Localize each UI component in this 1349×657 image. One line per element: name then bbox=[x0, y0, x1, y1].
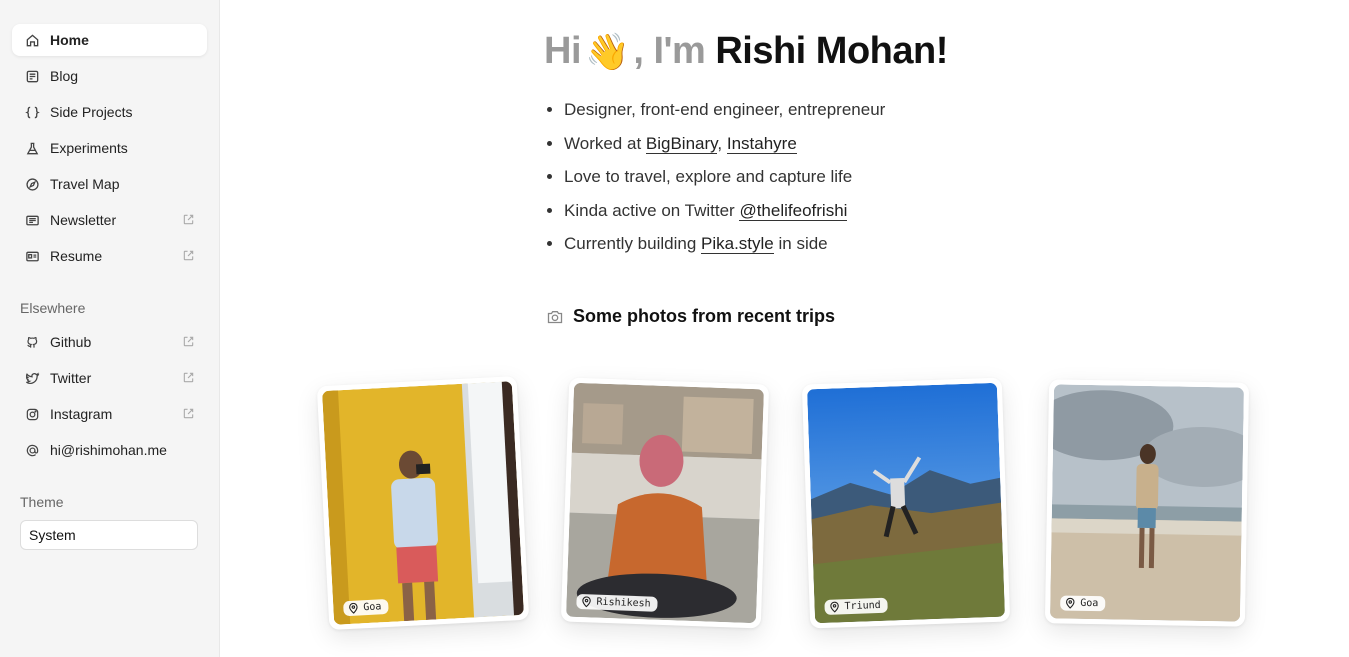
photos-heading: Some photos from recent trips bbox=[546, 306, 835, 327]
main-content: Hi 👋 , I'm Rishi Mohan! Designer, front-… bbox=[221, 0, 1349, 657]
waving-hand-icon: 👋 bbox=[585, 30, 630, 72]
github-icon bbox=[24, 334, 40, 350]
list-item: Love to travel, explore and capture life bbox=[564, 165, 885, 199]
photos-heading-text: Some photos from recent trips bbox=[573, 306, 836, 326]
external-link-icon bbox=[182, 213, 195, 226]
photo-card-goa-1[interactable]: Goa bbox=[316, 375, 530, 631]
nav-item-travel-map[interactable]: Travel Map bbox=[12, 168, 207, 200]
list-item: Kinda active on Twitter @thelifeofrishi bbox=[564, 199, 885, 233]
external-link-icon bbox=[182, 407, 195, 420]
trip-photo: Goa bbox=[1049, 384, 1245, 622]
bigbinary-link[interactable]: BigBinary bbox=[645, 133, 718, 154]
list-item: Designer, front-end engineer, entreprene… bbox=[564, 98, 885, 132]
instagram-icon bbox=[24, 406, 40, 422]
location-name: Triund bbox=[844, 599, 881, 613]
location-name: Goa bbox=[363, 601, 382, 614]
location-name: Goa bbox=[1080, 597, 1099, 610]
nav-label: hi@rishimohan.me bbox=[50, 442, 167, 458]
nav-label: Resume bbox=[50, 248, 103, 264]
hero-name: Rishi Mohan! bbox=[715, 30, 948, 72]
location-badge: Triund bbox=[824, 597, 888, 615]
list-item-text: Worked at bbox=[564, 133, 646, 153]
list-item: Worked at BigBinary, Instahyre bbox=[564, 132, 885, 166]
home-icon bbox=[24, 32, 40, 48]
at-icon bbox=[24, 442, 40, 458]
nav-item-side-projects[interactable]: Side Projects bbox=[12, 96, 207, 128]
id-card-icon bbox=[24, 248, 40, 264]
nav-item-experiments[interactable]: Experiments bbox=[12, 132, 207, 164]
map-pin-icon bbox=[348, 602, 359, 615]
theme-selected-value: System bbox=[29, 527, 76, 543]
nav-item-instagram[interactable]: Instagram bbox=[12, 398, 207, 430]
location-badge: Goa bbox=[343, 598, 389, 617]
nav-label: Blog bbox=[50, 68, 79, 84]
nav-item-blog[interactable]: Blog bbox=[12, 60, 207, 92]
nav-label: Newsletter bbox=[50, 212, 117, 228]
trip-photo: Goa bbox=[322, 381, 524, 625]
photo-card-rishikesh[interactable]: Rishikesh bbox=[560, 377, 770, 629]
hero-heading: Hi 👋 , I'm Rishi Mohan! bbox=[544, 30, 948, 73]
nav-label: Home bbox=[50, 32, 89, 48]
nav-item-resume[interactable]: Resume bbox=[12, 240, 207, 272]
newsletter-icon bbox=[24, 212, 40, 228]
list-item-text: , bbox=[717, 133, 727, 153]
compass-icon bbox=[24, 176, 40, 192]
nav-item-newsletter[interactable]: Newsletter bbox=[12, 204, 207, 236]
list-item-text: Love to travel, explore and capture life bbox=[564, 167, 853, 186]
nav-label: Side Projects bbox=[50, 104, 133, 120]
flask-icon bbox=[24, 140, 40, 156]
hero-hi: Hi bbox=[544, 30, 582, 72]
trip-photo: Rishikesh bbox=[565, 382, 765, 624]
map-pin-icon bbox=[829, 601, 839, 613]
nav-label: Instagram bbox=[50, 406, 113, 422]
theme-label: Theme bbox=[20, 494, 64, 510]
nav-item-github[interactable]: Github bbox=[12, 326, 207, 358]
theme-select[interactable]: System bbox=[20, 520, 198, 550]
instahyre-link[interactable]: Instahyre bbox=[726, 133, 797, 154]
nav-item-twitter[interactable]: Twitter bbox=[12, 362, 207, 394]
photo-card-goa-2[interactable]: Goa bbox=[1044, 379, 1250, 627]
pika-style-link[interactable]: Pika.style bbox=[701, 234, 774, 254]
twitter-handle-link[interactable]: @thelifeofrishi bbox=[739, 200, 848, 221]
intro-list: Designer, front-end engineer, entreprene… bbox=[564, 98, 885, 266]
sidebar: Home Blog Side Projects Experiments Trav… bbox=[0, 0, 220, 657]
nav-item-home[interactable]: Home bbox=[12, 24, 207, 56]
list-item-text: Kinda active on Twitter bbox=[564, 200, 740, 220]
braces-icon bbox=[24, 104, 40, 120]
external-link-icon bbox=[182, 249, 195, 262]
map-pin-icon bbox=[1065, 597, 1075, 609]
blog-icon bbox=[24, 68, 40, 84]
location-name: Rishikesh bbox=[596, 596, 651, 610]
twitter-icon bbox=[24, 370, 40, 386]
nav-label: Github bbox=[50, 334, 92, 350]
external-link-icon bbox=[182, 335, 195, 348]
nav-label: Experiments bbox=[50, 140, 128, 156]
trip-photo: Triund bbox=[806, 382, 1006, 624]
list-item-text: Currently building bbox=[564, 234, 702, 253]
external-link-icon bbox=[182, 371, 195, 384]
list-item-text: in side bbox=[773, 234, 828, 253]
location-badge: Goa bbox=[1060, 595, 1106, 612]
hero-im: , I'm bbox=[633, 30, 706, 72]
nav-label: Twitter bbox=[50, 370, 92, 386]
map-pin-icon bbox=[581, 596, 591, 608]
location-badge: Rishikesh bbox=[576, 593, 658, 612]
elsewhere-nav: Github Twitter Instagram hi@rishimohan.m… bbox=[12, 326, 207, 466]
list-item: Currently building Pika.style in side bbox=[564, 232, 885, 266]
primary-nav: Home Blog Side Projects Experiments Trav… bbox=[12, 24, 207, 272]
camera-icon bbox=[546, 308, 564, 326]
list-item-text: Designer, front-end engineer, entreprene… bbox=[564, 100, 886, 119]
photo-card-triund[interactable]: Triund bbox=[801, 377, 1011, 629]
nav-label: Travel Map bbox=[50, 176, 120, 192]
elsewhere-label: Elsewhere bbox=[20, 300, 86, 316]
nav-item-email[interactable]: hi@rishimohan.me bbox=[12, 434, 207, 466]
